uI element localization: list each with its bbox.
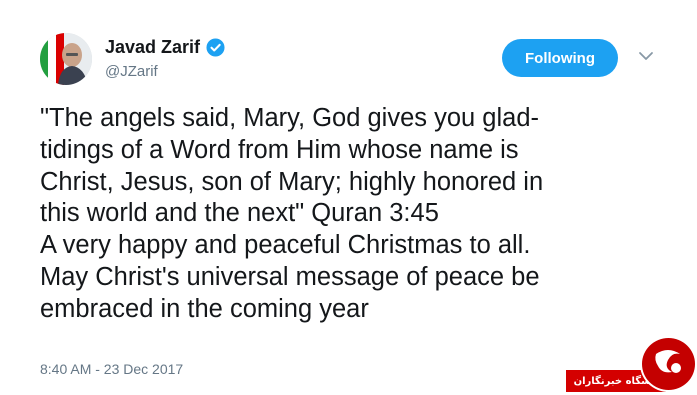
- author-name[interactable]: Javad Zarif: [105, 37, 200, 58]
- tweet-text-line: tidings of a Word from Him whose name is: [40, 135, 519, 164]
- tweet-text: "The angels said, Mary, God gives you gl…: [40, 103, 685, 326]
- tweet-text-line: this world and the next" Quran 3:45: [40, 199, 439, 228]
- tweet-text-line: embraced in the coming year: [40, 294, 369, 323]
- watermark-logo-icon: [640, 336, 697, 392]
- author-handle[interactable]: @JZarif: [105, 63, 158, 80]
- tweet-timestamp[interactable]: 8:40 AM - 23 Dec 2017: [40, 361, 183, 377]
- verified-badge-icon: [206, 38, 225, 57]
- tweet-text-line: "The angels said, Mary, God gives you gl…: [40, 104, 539, 132]
- following-button[interactable]: Following: [502, 39, 618, 77]
- tweet-text-line: May Christ's universal message of peace …: [40, 262, 540, 291]
- tweet-text-line: A very happy and peaceful Christmas to a…: [40, 231, 531, 260]
- chevron-down-icon[interactable]: [638, 49, 654, 61]
- tweet-text-line: Christ, Jesus, son of Mary; highly honor…: [40, 167, 544, 196]
- avatar[interactable]: [40, 33, 92, 85]
